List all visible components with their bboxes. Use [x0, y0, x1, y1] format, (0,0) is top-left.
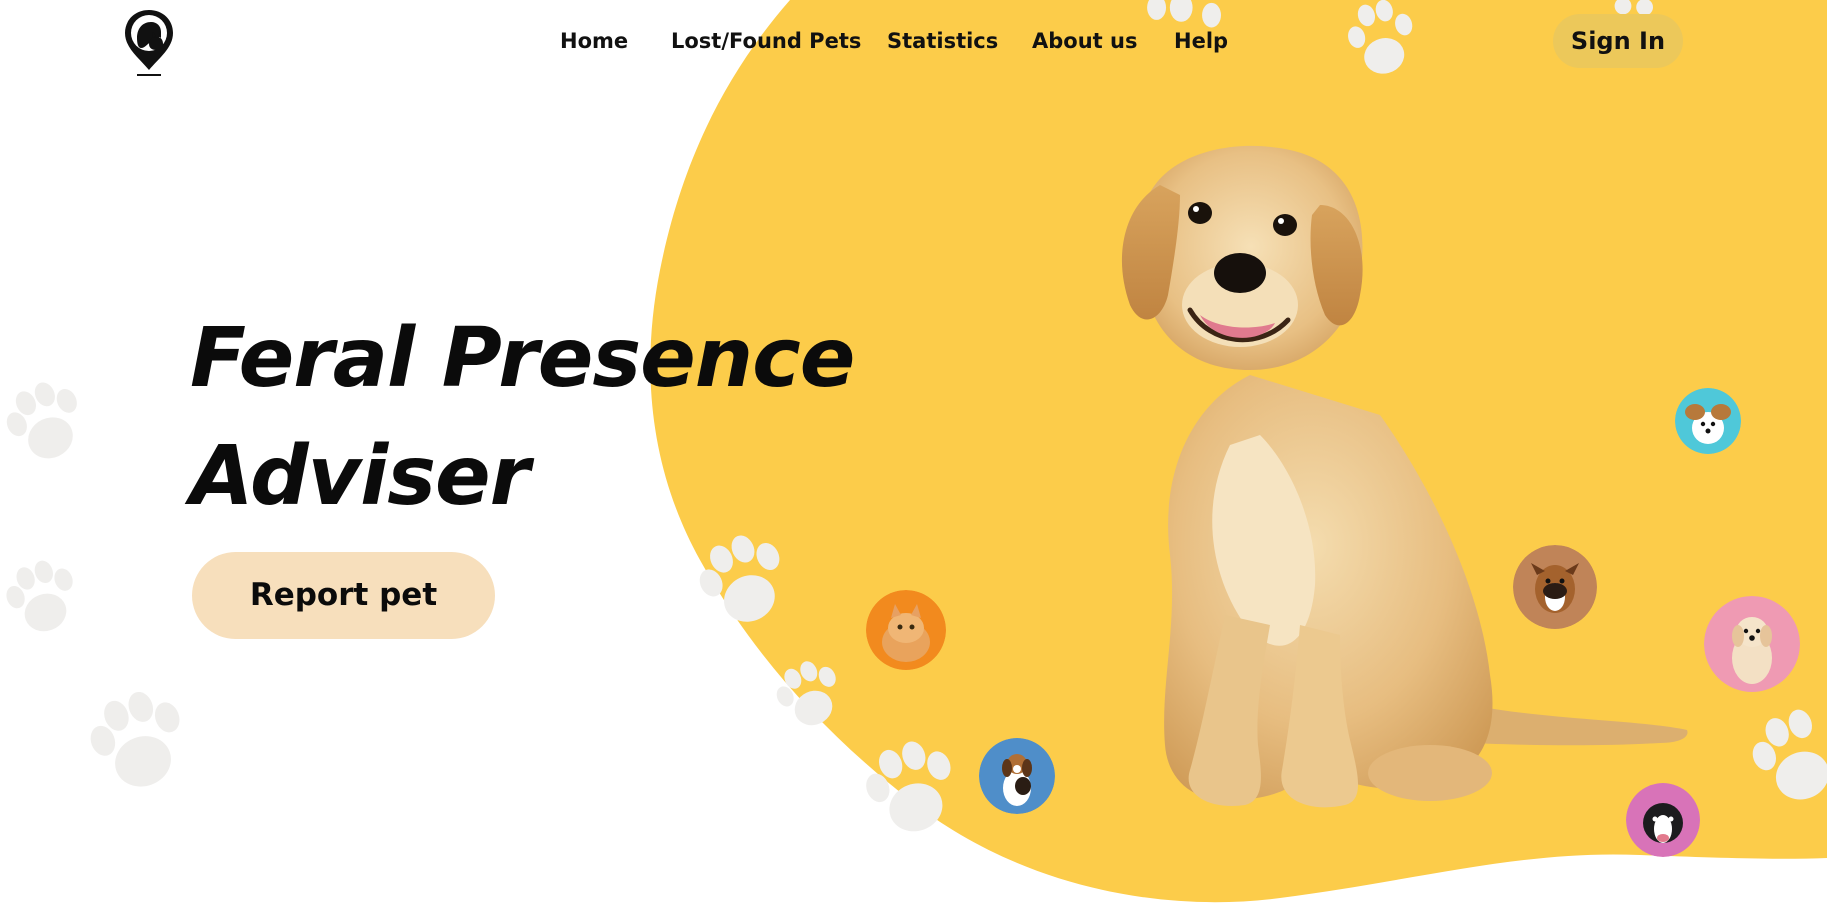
golden-puppy-avatar[interactable]: [1704, 596, 1800, 692]
paw-print-icon: [90, 691, 180, 787]
papillon-avatar[interactable]: [1675, 388, 1741, 454]
border-collie-icon: [1626, 783, 1700, 857]
hero-title-line-1: Feral Presence: [190, 311, 855, 406]
paw-print-icon: [776, 661, 836, 726]
hero-title: Feral Presence Adviser: [190, 300, 855, 536]
golden-puppy-icon: [1704, 596, 1800, 692]
paw-print-icon: [866, 741, 951, 832]
nav-item-statistics[interactable]: Statistics: [887, 22, 998, 60]
nav-item-help[interactable]: Help: [1174, 22, 1228, 60]
pet-location-pin-icon[interactable]: [123, 8, 175, 76]
boxer-dog-icon: [1513, 545, 1597, 629]
nav-item-about-us[interactable]: About us: [1032, 22, 1137, 60]
border-collie-avatar[interactable]: [1626, 783, 1700, 857]
paw-print-icon: [1348, 0, 1413, 74]
beagle-icon: [979, 738, 1055, 814]
nav-item-lost-found-pets[interactable]: Lost/Found Pets: [671, 22, 861, 60]
orange-cat-icon: [866, 590, 946, 670]
report-pet-button[interactable]: Report pet: [192, 552, 495, 639]
golden-retriever-puppy-image: [1121, 145, 1688, 808]
hero-title-line-2: Adviser: [190, 429, 530, 524]
paw-print-icon: [699, 535, 780, 622]
boxer-avatar[interactable]: [1513, 545, 1597, 629]
paw-print-icon: [6, 560, 73, 632]
nav-item-home[interactable]: Home: [560, 22, 628, 60]
landing-page: Home Lost/Found Pets Statistics About us…: [0, 0, 1827, 920]
beagle-avatar[interactable]: [979, 738, 1055, 814]
paw-print-icon: [1752, 709, 1827, 800]
paw-print-icon: [6, 382, 77, 459]
sign-in-button[interactable]: Sign In: [1553, 14, 1683, 68]
papillon-dog-icon: [1675, 388, 1741, 454]
orange-cat-avatar[interactable]: [866, 590, 946, 670]
